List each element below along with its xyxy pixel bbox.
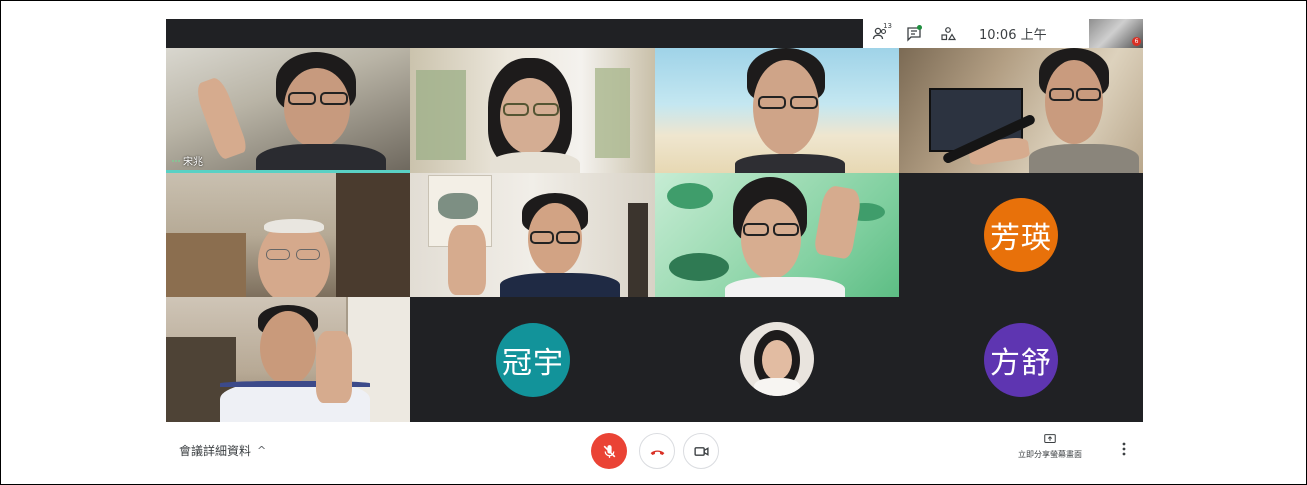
video-tile-2[interactable] xyxy=(410,48,655,173)
bottom-bar: 會議詳細資料 ^ 立即分享螢幕畫面 xyxy=(166,422,1143,480)
top-tools: 13 10:06 上午 6 xyxy=(863,19,1143,48)
avatar-photo xyxy=(740,322,814,396)
meeting-details-label: 會議詳細資料 xyxy=(179,444,252,458)
avatar-tile-fangying[interactable]: 芳瑛 xyxy=(899,173,1143,297)
video-tile-7[interactable] xyxy=(655,173,899,297)
video-camera-icon xyxy=(693,446,709,456)
present-now-button[interactable]: 立即分享螢幕畫面 xyxy=(1015,432,1085,460)
audio-level-icon xyxy=(172,159,180,162)
clock: 10:06 上午 xyxy=(979,28,1047,43)
meeting-details-button[interactable]: 會議詳細資料 ^ xyxy=(179,442,266,459)
participants-count: 13 xyxy=(883,22,892,30)
participant-name: 宋兆 xyxy=(172,153,203,168)
self-badge: 6 xyxy=(1132,37,1141,46)
video-tile-1[interactable]: 宋兆 xyxy=(166,48,410,173)
video-tile-8[interactable] xyxy=(166,297,410,422)
chat-unread-dot xyxy=(917,25,922,30)
top-bar: 13 10:06 上午 6 xyxy=(166,19,1143,48)
present-now-label: 立即分享螢幕畫面 xyxy=(1018,450,1082,459)
mic-toggle-button[interactable] xyxy=(591,433,627,469)
phone-hangup-icon xyxy=(650,450,664,455)
mic-off-icon xyxy=(603,444,615,458)
camera-toggle-button[interactable] xyxy=(683,433,719,469)
avatar-fangying: 芳瑛 xyxy=(984,198,1058,272)
avatar-tile-fangshu[interactable]: 方舒 xyxy=(899,297,1143,422)
chat-button[interactable] xyxy=(897,19,931,48)
more-options-button[interactable] xyxy=(1118,438,1130,460)
avatar-tile-photo[interactable] xyxy=(655,297,899,422)
avatar-guanyu: 冠宇 xyxy=(496,323,570,397)
more-vert-icon xyxy=(1122,442,1126,456)
present-screen-icon xyxy=(1044,434,1056,444)
video-tile-6[interactable] xyxy=(410,173,655,297)
hangup-button[interactable] xyxy=(639,433,675,469)
shapes-icon xyxy=(941,26,956,40)
self-view-thumbnail[interactable]: 6 xyxy=(1089,19,1143,48)
chevron-up-icon: ^ xyxy=(257,444,267,457)
meet-video-grid: 13 10:06 上午 6 宋兆 芳瑛 冠宇 方舒 xyxy=(166,19,1143,422)
activities-button[interactable] xyxy=(931,19,965,48)
video-tile-3[interactable] xyxy=(655,48,899,173)
video-tile-4[interactable] xyxy=(899,48,1143,173)
participants-button[interactable]: 13 xyxy=(863,19,897,48)
avatar-fangshu: 方舒 xyxy=(984,323,1058,397)
avatar-tile-guanyu[interactable]: 冠宇 xyxy=(410,297,655,422)
video-tile-5[interactable] xyxy=(166,173,410,297)
